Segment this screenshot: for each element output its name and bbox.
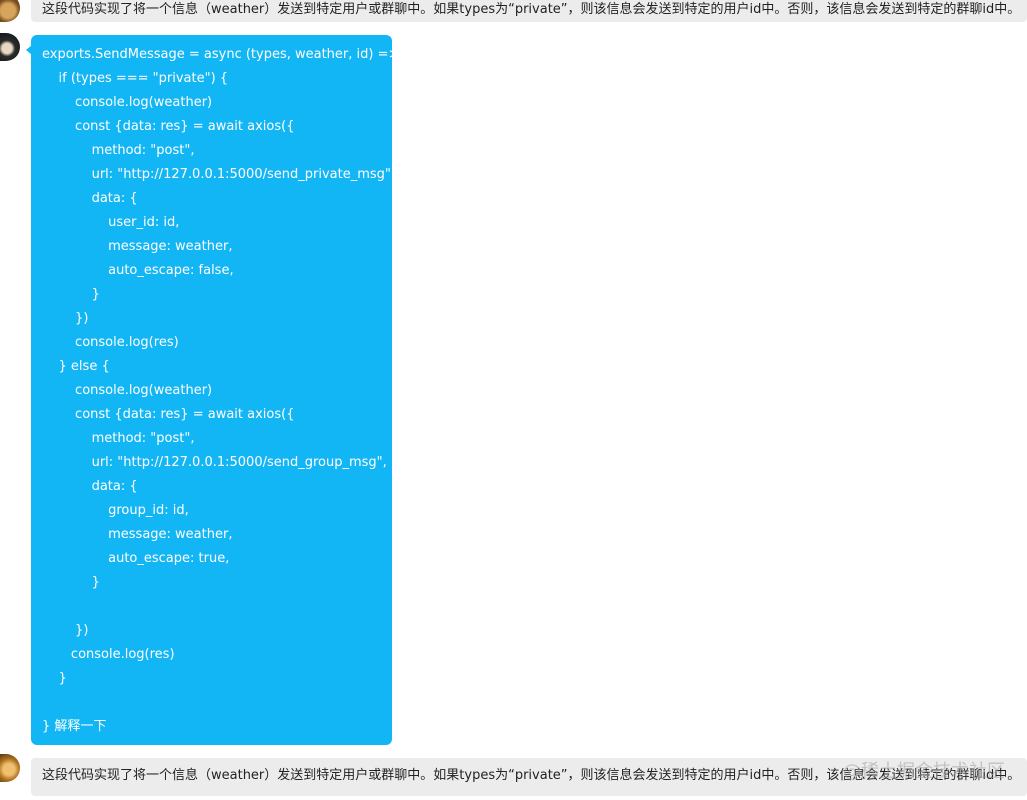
code-line: console.log(weather) — [42, 383, 213, 398]
code-line: console.log(res) — [42, 647, 175, 662]
code-line: url: "http://127.0.0.1:5000/send_private… — [42, 167, 395, 182]
code-line: const {data: res} = await axios({ — [42, 407, 295, 422]
assistant-avatar — [0, 0, 20, 22]
assistant-message-text: 这段代码实现了将一个信息（weather）发送到特定用户或群聊中。如果types… — [42, 768, 1021, 783]
code-line: }) — [42, 623, 89, 638]
code-line: console.log(weather) — [42, 95, 213, 110]
code-line: if (types === "private") { — [42, 71, 229, 86]
code-line: user_id: id, — [42, 215, 180, 230]
code-line: exports.SendMessage = async (types, weat… — [42, 47, 412, 62]
code-line: } — [42, 575, 100, 590]
code-line: } — [42, 671, 67, 686]
user-avatar — [0, 33, 20, 61]
code-line: } 解释一下 — [42, 719, 107, 734]
code-line: url: "http://127.0.0.1:5000/send_group_m… — [42, 455, 387, 470]
code-line: data: { — [42, 479, 138, 494]
code-line: message: weather, — [42, 527, 233, 542]
code-line: } else { — [42, 359, 110, 374]
assistant-message-text: 这段代码实现了将一个信息（weather）发送到特定用户或群聊中。如果types… — [42, 2, 1021, 17]
chat-conversation: 这段代码实现了将一个信息（weather）发送到特定用户或群聊中。如果types… — [0, 0, 1027, 800]
assistant-message-top: 这段代码实现了将一个信息（weather）发送到特定用户或群聊中。如果types… — [31, 0, 1027, 22]
code-line: message: weather, — [42, 239, 233, 254]
code-line: group_id: id, — [42, 503, 189, 518]
code-line: auto_escape: false, — [42, 263, 234, 278]
code-line: console.log(res) — [42, 335, 179, 350]
code-line: data: { — [42, 191, 138, 206]
code-line: method: "post", — [42, 431, 195, 446]
code-line: auto_escape: true, — [42, 551, 230, 566]
code-line: }) — [42, 311, 89, 326]
code-line: } — [42, 287, 100, 302]
code-line: const {data: res} = await axios({ — [42, 119, 295, 134]
assistant-message-bottom: 这段代码实现了将一个信息（weather）发送到特定用户或群聊中。如果types… — [31, 758, 1027, 796]
code-line: method: "post", — [42, 143, 195, 158]
user-message: exports.SendMessage = async (types, weat… — [26, 35, 412, 745]
assistant-avatar — [0, 754, 20, 782]
